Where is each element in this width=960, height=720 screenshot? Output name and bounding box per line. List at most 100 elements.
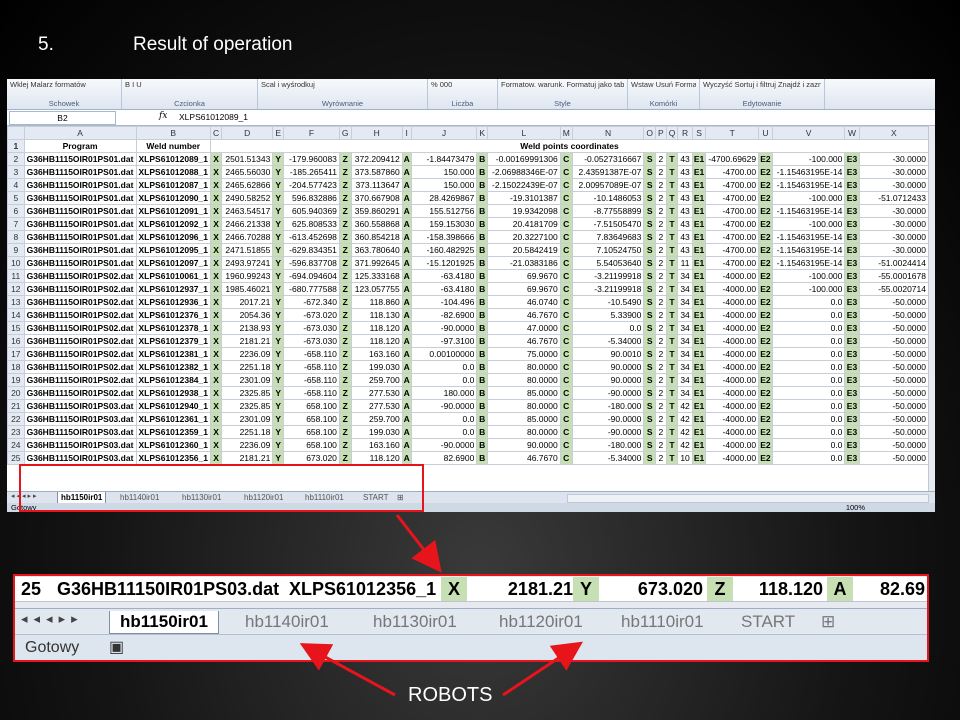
value-cell[interactable]: -63.4180: [410, 282, 478, 296]
value-cell[interactable]: -90.0000: [410, 399, 478, 413]
axis-label-cell[interactable]: T: [665, 451, 679, 465]
formula-input[interactable]: XLPS61012089_1: [179, 111, 248, 123]
program-cell[interactable]: G36HB1115OIR01PS02.dat: [23, 347, 137, 361]
axis-label-cell[interactable]: Y: [272, 243, 284, 257]
row-header[interactable]: 16: [7, 334, 25, 348]
axis-label-cell[interactable]: C: [559, 191, 573, 205]
axis-label-cell[interactable]: X: [209, 269, 223, 283]
value-cell[interactable]: 34: [677, 321, 693, 335]
value-cell[interactable]: 199.030: [350, 360, 403, 374]
axis-label-cell[interactable]: B: [476, 178, 488, 192]
value-cell[interactable]: -4000.00: [705, 386, 760, 400]
axis-label-cell[interactable]: Z: [338, 425, 352, 439]
value-cell[interactable]: 42: [677, 425, 693, 439]
weld-number-cell[interactable]: XLPS61012091_1: [135, 204, 212, 218]
value-cell[interactable]: 0.0: [410, 412, 478, 426]
value-cell[interactable]: -5.34000: [571, 451, 645, 465]
axis-label-cell[interactable]: Y: [272, 360, 284, 374]
row-header[interactable]: 17: [7, 347, 25, 361]
axis-label-cell[interactable]: E3: [844, 295, 860, 309]
axis-label-cell[interactable]: A: [401, 217, 412, 231]
axis-label-cell[interactable]: B: [476, 230, 488, 244]
axis-label-cell[interactable]: E2: [758, 412, 773, 426]
axis-label-cell[interactable]: Y: [272, 269, 284, 283]
axis-label-cell[interactable]: E3: [844, 373, 860, 387]
weld-number-cell[interactable]: XLPS61012937_1: [135, 282, 212, 296]
axis-label-cell[interactable]: X: [209, 152, 223, 166]
axis-label-cell[interactable]: T: [665, 373, 679, 387]
axis-label-cell[interactable]: E2: [758, 243, 773, 257]
axis-label-cell[interactable]: E3: [844, 243, 860, 257]
value-cell[interactable]: 2: [655, 425, 667, 439]
value-cell[interactable]: 46.0740: [487, 295, 561, 309]
weld-number-cell[interactable]: XLPS61012089_1: [135, 152, 212, 166]
value-cell[interactable]: 2251.18: [221, 360, 274, 374]
value-cell[interactable]: -179.960083: [282, 152, 340, 166]
axis-label-cell[interactable]: E3: [844, 438, 860, 452]
axis-label-cell[interactable]: C: [559, 295, 573, 309]
axis-label-cell[interactable]: E3: [844, 360, 860, 374]
row-header[interactable]: 21: [7, 399, 25, 413]
row-header[interactable]: 10: [7, 256, 25, 270]
value-cell[interactable]: 159.153030: [410, 217, 478, 231]
value-cell[interactable]: 10: [677, 451, 693, 465]
axis-label-cell[interactable]: E2: [758, 399, 773, 413]
program-cell[interactable]: G36HB1115OIR01PS02.dat: [23, 386, 137, 400]
value-cell[interactable]: 0.0: [771, 321, 846, 335]
axis-label-cell[interactable]: S: [643, 412, 656, 426]
column-header[interactable]: L: [487, 126, 561, 140]
axis-label-cell[interactable]: E3: [844, 230, 860, 244]
value-cell[interactable]: 150.000: [410, 165, 478, 179]
value-cell[interactable]: 43: [677, 217, 693, 231]
axis-label-cell[interactable]: A: [401, 308, 412, 322]
axis-label-cell[interactable]: Z: [338, 191, 352, 205]
horizontal-scrollbar[interactable]: [567, 494, 929, 503]
axis-label-cell[interactable]: E2: [758, 230, 773, 244]
value-cell[interactable]: -672.340: [282, 295, 340, 309]
axis-label-cell[interactable]: E3: [844, 347, 860, 361]
value-cell[interactable]: 43: [677, 152, 693, 166]
row-header[interactable]: 18: [7, 360, 25, 374]
ribbon-group-controls[interactable]: Formatow. warunk. Formatuj jako tabelę S…: [501, 80, 624, 89]
weld-number-cell[interactable]: XLPS61012376_1: [135, 308, 212, 322]
axis-label-cell[interactable]: B: [476, 438, 488, 452]
value-cell[interactable]: 370.667908: [350, 191, 403, 205]
value-cell[interactable]: -82.6900: [410, 308, 478, 322]
axis-label-cell[interactable]: T: [665, 256, 679, 270]
axis-label-cell[interactable]: Z: [338, 269, 352, 283]
axis-label-cell[interactable]: S: [643, 217, 656, 231]
axis-label-cell[interactable]: E2: [758, 282, 773, 296]
value-cell[interactable]: 34: [677, 295, 693, 309]
row-header[interactable]: 2: [7, 152, 25, 166]
value-cell[interactable]: -4700.00: [705, 256, 760, 270]
axis-label-cell[interactable]: E1: [691, 373, 707, 387]
axis-label-cell[interactable]: C: [559, 386, 573, 400]
value-cell[interactable]: 0.0: [771, 295, 846, 309]
value-cell[interactable]: -50.0000: [858, 425, 929, 439]
axis-label-cell[interactable]: X: [209, 412, 223, 426]
value-cell[interactable]: -658.110: [282, 347, 340, 361]
value-cell[interactable]: 2: [655, 282, 667, 296]
value-cell[interactable]: 125.333168: [350, 269, 403, 283]
axis-label-cell[interactable]: T: [665, 191, 679, 205]
axis-label-cell[interactable]: T: [665, 399, 679, 413]
value-cell[interactable]: 2: [655, 191, 667, 205]
value-cell[interactable]: 2: [655, 243, 667, 257]
axis-label-cell[interactable]: A: [401, 412, 412, 426]
value-cell[interactable]: 2: [655, 217, 667, 231]
value-cell[interactable]: -30.0000: [858, 204, 929, 218]
value-cell[interactable]: -50.0000: [858, 386, 929, 400]
axis-label-cell[interactable]: T: [665, 412, 679, 426]
value-cell[interactable]: 2: [655, 256, 667, 270]
program-cell[interactable]: G36HB1115OIR01PS01.dat: [23, 191, 137, 205]
axis-label-cell[interactable]: C: [559, 178, 573, 192]
axis-label-cell[interactable]: Z: [338, 386, 352, 400]
column-header[interactable]: A: [23, 126, 137, 140]
axis-label-cell[interactable]: E3: [844, 256, 860, 270]
value-cell[interactable]: -19.3101387: [487, 191, 561, 205]
value-cell[interactable]: -4700.00: [705, 178, 760, 192]
axis-label-cell[interactable]: X: [209, 347, 223, 361]
axis-label-cell[interactable]: T: [665, 347, 679, 361]
value-cell[interactable]: -50.0000: [858, 295, 929, 309]
value-cell[interactable]: -4000.00: [705, 399, 760, 413]
